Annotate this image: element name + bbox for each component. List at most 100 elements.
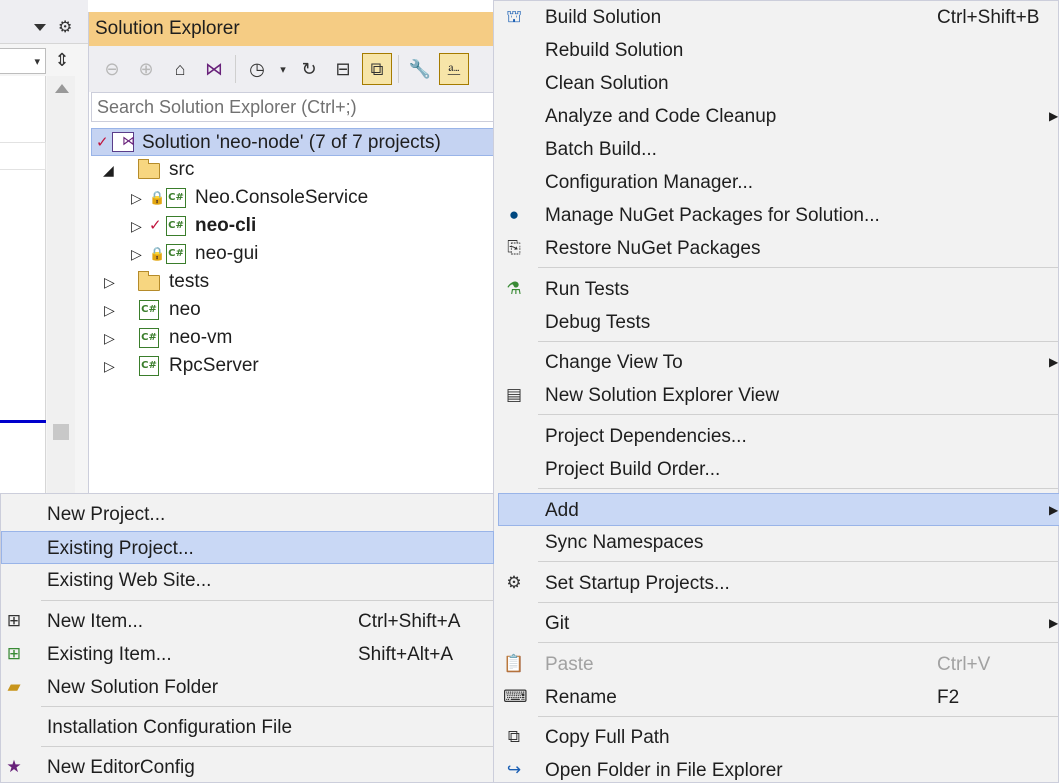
menu-item-open-folder[interactable]: ↪ Open Folder in File Explorer: [494, 754, 1059, 783]
menu-label: Restore NuGet Packages: [545, 238, 761, 259]
show-all-files-icon[interactable]: ⧉: [362, 53, 392, 85]
menu-item-copy-full-path[interactable]: ⧉ Copy Full Path: [494, 721, 1059, 754]
menu-label: Debug Tests: [545, 312, 651, 333]
tree-project-neo[interactable]: ▷ C# neo: [89, 296, 494, 324]
scroll-thumb[interactable]: [53, 424, 69, 440]
collapsed-arrow-icon[interactable]: ▷: [104, 324, 115, 352]
dropdown-arrow-icon[interactable]: ▾: [276, 53, 290, 85]
open-folder-icon: ↪: [506, 760, 522, 779]
menu-item-new-solution-folder[interactable]: ▰ New Solution Folder: [1, 671, 495, 704]
menu-label: New Project...: [47, 504, 166, 525]
menu-label: Set Startup Projects...: [545, 573, 730, 594]
menu-label: Configuration Manager...: [545, 172, 754, 193]
scroll-up-icon[interactable]: [55, 84, 69, 93]
run-tests-icon: ⚗: [506, 279, 522, 298]
menu-item-rebuild-solution[interactable]: Rebuild Solution: [494, 34, 1059, 67]
checked-in-icon: ✓: [149, 217, 162, 234]
lock-icon: 🔒: [149, 246, 166, 261]
csharp-project-icon: C#: [139, 356, 159, 376]
menu-item-batch-build[interactable]: Batch Build...: [494, 133, 1059, 166]
tree-project-neo-consoleservice[interactable]: ▷ 🔒 C# Neo.ConsoleService: [89, 184, 494, 212]
tree-project-neo-cli[interactable]: ▷ ✓ C# neo-cli: [89, 212, 494, 240]
collapsed-arrow-icon[interactable]: ▷: [104, 352, 115, 380]
menu-item-analyze[interactable]: Analyze and Code Cleanup ▶: [494, 100, 1059, 133]
menu-item-restore-nuget[interactable]: ⎘ Restore NuGet Packages: [494, 232, 1059, 265]
menu-item-debug-tests[interactable]: Debug Tests: [494, 306, 1059, 339]
collapse-all-icon[interactable]: ⊟: [328, 53, 358, 85]
menu-label: Installation Configuration File: [47, 717, 293, 738]
new-item-icon: ⊞: [6, 611, 22, 630]
menu-item-new-editorconfig[interactable]: ★ New EditorConfig: [1, 751, 495, 783]
project-label: neo-gui: [195, 243, 259, 264]
caret-line: [0, 420, 46, 423]
tree-project-neo-gui[interactable]: ▷ 🔒 C# neo-gui: [89, 240, 494, 268]
menu-item-paste[interactable]: 📋 Paste Ctrl+V: [494, 648, 1059, 681]
menu-label: Add: [545, 500, 579, 521]
vertical-scrollbar[interactable]: [47, 76, 75, 493]
menu-item-configuration-manager[interactable]: Configuration Manager...: [494, 166, 1059, 199]
menu-item-rename[interactable]: ⌨ Rename F2: [494, 681, 1059, 714]
preview-icon[interactable]: ⎁: [439, 53, 469, 85]
csharp-project-icon: C#: [139, 300, 159, 320]
menu-label: New Solution Folder: [47, 677, 219, 698]
project-label: RpcServer: [169, 355, 259, 376]
menu-item-existing-web-site[interactable]: Existing Web Site...: [1, 564, 495, 597]
menu-item-project-dependencies[interactable]: Project Dependencies...: [494, 420, 1059, 453]
menu-item-clean-solution[interactable]: Clean Solution: [494, 67, 1059, 100]
menu-shortcut: F2: [937, 687, 960, 708]
search-input[interactable]: Search Solution Explorer (Ctrl+;): [91, 92, 494, 122]
menu-item-new-item[interactable]: ⊞ New Item... Ctrl+Shift+A: [1, 605, 495, 638]
expanded-arrow-icon[interactable]: ◢: [103, 156, 114, 184]
editor-surface[interactable]: [0, 76, 46, 493]
home-icon[interactable]: ⌂: [165, 53, 195, 85]
menu-item-build-solution[interactable]: ⛫ Build Solution Ctrl+Shift+B: [494, 1, 1059, 34]
menu-item-set-startup-projects[interactable]: ⚙ Set Startup Projects...: [494, 567, 1059, 600]
menu-label: Copy Full Path: [545, 727, 670, 748]
back-icon[interactable]: ⊖: [97, 53, 127, 85]
properties-icon[interactable]: 🔧: [405, 53, 435, 85]
navigation-dropdown[interactable]: ▾: [0, 48, 46, 74]
gear-icon[interactable]: ⚙: [58, 17, 72, 37]
checked-in-icon: ✓: [96, 134, 109, 151]
sync-icon[interactable]: ↻: [294, 53, 324, 85]
tree-solution-node[interactable]: ✓ Solution 'neo-node' (7 of 7 projects): [91, 127, 494, 156]
tree-project-neo-vm[interactable]: ▷ C# neo-vm: [89, 324, 494, 352]
menu-item-run-tests[interactable]: ⚗ Run Tests: [494, 273, 1059, 306]
menu-item-installation-config[interactable]: Installation Configuration File: [1, 711, 495, 744]
editor-field[interactable]: [0, 142, 46, 170]
menu-item-new-project[interactable]: New Project...: [1, 498, 495, 531]
nuget-icon: ●: [508, 205, 520, 224]
menu-item-add[interactable]: Add ▶: [498, 493, 1059, 526]
menu-label: Paste: [545, 654, 594, 675]
forward-icon[interactable]: ⊕: [131, 53, 161, 85]
menu-shortcut: Ctrl+V: [937, 654, 991, 675]
new-folder-icon: ▰: [7, 677, 21, 696]
split-window-button[interactable]: ⇕: [50, 48, 74, 74]
tree-folder-tests[interactable]: ▷ tests: [89, 268, 494, 296]
collapsed-arrow-icon[interactable]: ▷: [104, 296, 115, 324]
collapsed-arrow-icon[interactable]: ▷: [131, 184, 142, 212]
menu-item-existing-item[interactable]: ⊞ Existing Item... Shift+Alt+A: [1, 638, 495, 671]
menu-item-change-view[interactable]: Change View To ▶: [494, 346, 1059, 379]
menu-item-sync-namespaces[interactable]: Sync Namespaces: [494, 526, 1059, 559]
pane-dropdown-icon[interactable]: [34, 24, 46, 31]
new-view-icon: ▤: [505, 385, 523, 404]
menu-separator: [538, 602, 1058, 603]
collapsed-arrow-icon[interactable]: ▷: [131, 240, 142, 268]
switch-views-icon[interactable]: ⋈: [199, 53, 229, 85]
menu-item-project-build-order[interactable]: Project Build Order...: [494, 453, 1059, 486]
folder-open-icon: [138, 159, 160, 179]
tree-project-rpcserver[interactable]: ▷ C# RpcServer: [89, 352, 494, 380]
csharp-project-icon: C#: [166, 216, 186, 236]
csharp-project-icon: C#: [166, 244, 186, 264]
menu-item-git[interactable]: Git ▶: [494, 607, 1059, 640]
menu-label: Git: [545, 613, 570, 634]
collapsed-arrow-icon[interactable]: ▷: [131, 212, 142, 240]
gear-icon: ⚙: [506, 573, 522, 592]
menu-item-manage-nuget[interactable]: ● Manage NuGet Packages for Solution...: [494, 199, 1059, 232]
tree-folder-src[interactable]: ◢ src: [89, 156, 494, 184]
menu-item-new-solution-explorer-view[interactable]: ▤ New Solution Explorer View: [494, 379, 1059, 412]
menu-item-existing-project[interactable]: Existing Project...: [1, 531, 494, 564]
pending-changes-icon[interactable]: ◷: [242, 53, 272, 85]
collapsed-arrow-icon[interactable]: ▷: [104, 268, 115, 296]
